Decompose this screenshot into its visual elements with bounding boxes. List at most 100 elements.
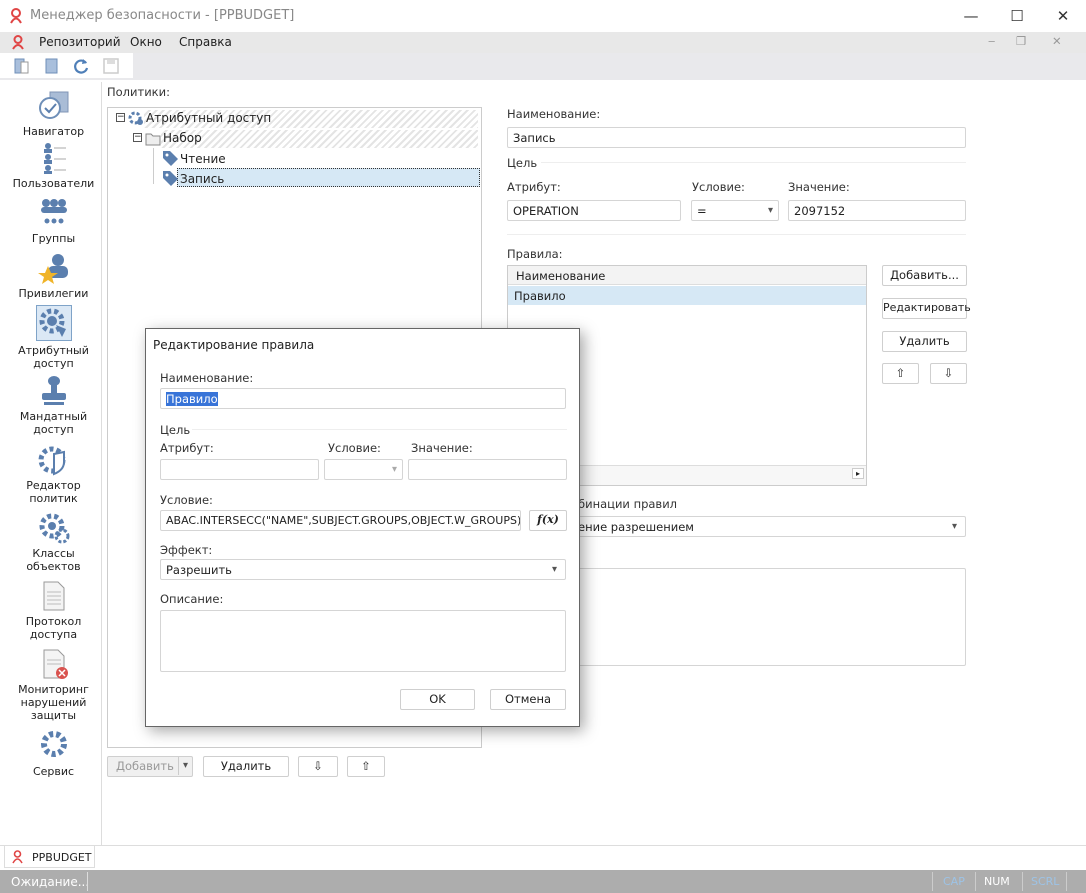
num-lock-indicator: NUM	[984, 875, 1010, 888]
collapse-icon[interactable]: −	[133, 133, 142, 142]
users-icon	[43, 143, 66, 174]
tree-node-root[interactable]: Атрибутный доступ	[146, 111, 271, 125]
mdi-close-button[interactable]: ✕	[1052, 34, 1062, 48]
status-bar: Ожидание... CAP NUM SCRL	[0, 870, 1086, 893]
navigation-panel: Навигатор Пользователи Группы Привилегии…	[5, 82, 102, 845]
chevron-down-icon: ▾	[551, 564, 557, 575]
tag-icon	[163, 171, 178, 186]
title-bar: Менеджер безопасности - [PPBUDGET] — ☐ ✕	[0, 0, 1086, 32]
nav-navigator[interactable]: Навигатор	[5, 90, 102, 138]
nav-violations-monitor[interactable]: Мониторинг нарушений защиты	[5, 648, 102, 722]
add-policy-button[interactable]: Добавить ▾	[107, 756, 193, 777]
window-title: Менеджер безопасности - [PPBUDGET]	[30, 8, 295, 23]
dialog-effect-select[interactable]: Разрешить ▾	[160, 559, 566, 580]
dialog-attribute-input[interactable]	[160, 459, 319, 480]
nav-service[interactable]: Сервис	[5, 730, 102, 778]
dialog-description-label: Описание:	[160, 592, 224, 606]
mdi-restore-button[interactable]: ❐	[1016, 34, 1026, 48]
dialog-target-label: Цель	[160, 423, 191, 437]
dropdown-arrow-icon[interactable]: ▾	[177, 757, 188, 775]
add-rule-button[interactable]: Добавить...	[882, 265, 967, 286]
minimize-button[interactable]: —	[948, 0, 994, 32]
rules-column-header[interactable]: Наименование	[508, 266, 866, 285]
dialog-value-input[interactable]	[408, 459, 567, 480]
close-button[interactable]: ✕	[1040, 0, 1086, 32]
delete-policy-button[interactable]: Удалить	[203, 756, 289, 777]
dialog-value-label: Значение:	[411, 441, 473, 455]
edit-rule-button[interactable]: Редактировать	[882, 298, 971, 319]
tree-node-read[interactable]: Чтение	[180, 152, 226, 166]
access-log-icon	[43, 581, 64, 611]
attribute-input[interactable]: OPERATION	[507, 200, 681, 221]
combination-label: бинации правил	[578, 497, 678, 511]
condition-select[interactable]: = ▾	[691, 200, 779, 221]
nav-groups[interactable]: Группы	[5, 197, 102, 245]
nav-attribute-access[interactable]: Атрибутный доступ	[18, 305, 89, 370]
service-icon	[40, 731, 67, 757]
function-editor-button[interactable]: f(x)	[529, 510, 567, 531]
tree-node-set[interactable]: Набор	[163, 131, 202, 145]
menu-bar: Репозиторий Окно Справка ‒ ❐ ✕	[0, 32, 1086, 53]
refresh-icon[interactable]	[72, 57, 90, 75]
value-input[interactable]: 2097152	[788, 200, 966, 221]
nav-label: Навигатор	[22, 125, 85, 138]
tree-node-write[interactable]: Запись	[180, 172, 224, 186]
nav-access-log[interactable]: Протокол доступа	[5, 580, 102, 641]
rules-row[interactable]: Правило	[508, 286, 866, 305]
condition-label: Условие:	[692, 180, 745, 194]
cancel-button[interactable]: Отмена	[490, 689, 566, 710]
dialog-condition-select[interactable]: ▾	[324, 459, 403, 480]
mandatory-access-icon	[41, 376, 66, 405]
menu-help[interactable]: Справка	[179, 35, 232, 49]
tag-icon	[163, 151, 178, 166]
dialog-expression-input[interactable]: ABAC.INTERSECC("NAME",SUBJECT.GROUPS,OBJ…	[160, 510, 521, 531]
rule-down-button[interactable]: ⇩	[930, 363, 967, 384]
open-icon[interactable]	[43, 57, 61, 75]
ok-button[interactable]: OK	[400, 689, 475, 710]
policy-description-textarea[interactable]	[560, 568, 966, 666]
chevron-down-icon: ▾	[767, 205, 773, 216]
nav-label: Атрибутный доступ	[18, 344, 89, 370]
target-label: Цель	[507, 156, 538, 170]
rules-label: Правила:	[507, 247, 563, 261]
nav-users[interactable]: Пользователи	[5, 142, 102, 190]
rule-up-button[interactable]: ⇧	[882, 363, 919, 384]
chevron-down-icon: ▾	[391, 464, 397, 475]
name-input[interactable]: Запись	[507, 127, 966, 148]
menu-repository[interactable]: Репозиторий	[39, 35, 121, 49]
app-menu-icon[interactable]	[12, 35, 24, 50]
nav-mandatory-access[interactable]: Мандатный доступ	[5, 375, 102, 436]
privileges-icon	[37, 254, 68, 284]
new-object-icon[interactable]	[13, 57, 31, 75]
move-up-button[interactable]: ⇧	[347, 756, 385, 777]
move-down-button[interactable]: ⇩	[298, 756, 338, 777]
dialog-name-input[interactable]: Правило	[160, 388, 566, 409]
folder-icon	[145, 133, 161, 146]
nav-policy-editor[interactable]: Редактор политик	[5, 444, 102, 505]
combination-select[interactable]: ение разрешением ▾	[560, 516, 966, 537]
nav-label: Сервис	[32, 765, 75, 778]
nav-label: Мониторинг нарушений защиты	[18, 683, 89, 722]
collapse-icon[interactable]: −	[116, 113, 125, 122]
dialog-name-label: Наименование:	[160, 371, 254, 385]
status-text: Ожидание...	[11, 875, 90, 889]
dialog-description-textarea[interactable]	[160, 610, 566, 672]
nav-label: Мандатный доступ	[19, 410, 88, 436]
scroll-right-icon[interactable]: ▸	[851, 468, 864, 479]
dialog-title: Редактирование правила	[153, 338, 315, 352]
nav-label: Группы	[31, 232, 76, 245]
delete-rule-button[interactable]: Удалить	[882, 331, 967, 352]
name-label: Наименование:	[507, 107, 601, 121]
dialog-expression-label: Условие:	[160, 493, 213, 507]
dialog-effect-label: Эффект:	[160, 543, 213, 557]
mdi-minimize-button[interactable]: ‒	[988, 34, 995, 48]
menu-window[interactable]: Окно	[130, 35, 162, 49]
maximize-button[interactable]: ☐	[994, 0, 1040, 32]
save-icon[interactable]	[102, 57, 120, 75]
nav-privileges[interactable]: Привилегии	[5, 252, 102, 300]
tab-ppbudget[interactable]: PPBUDGET	[4, 846, 95, 868]
nav-label: Редактор политик	[26, 479, 81, 505]
scroll-lock-indicator: SCRL	[1031, 875, 1060, 888]
attribute-gear-icon	[128, 111, 143, 125]
nav-object-classes[interactable]: Классы объектов	[5, 512, 102, 573]
